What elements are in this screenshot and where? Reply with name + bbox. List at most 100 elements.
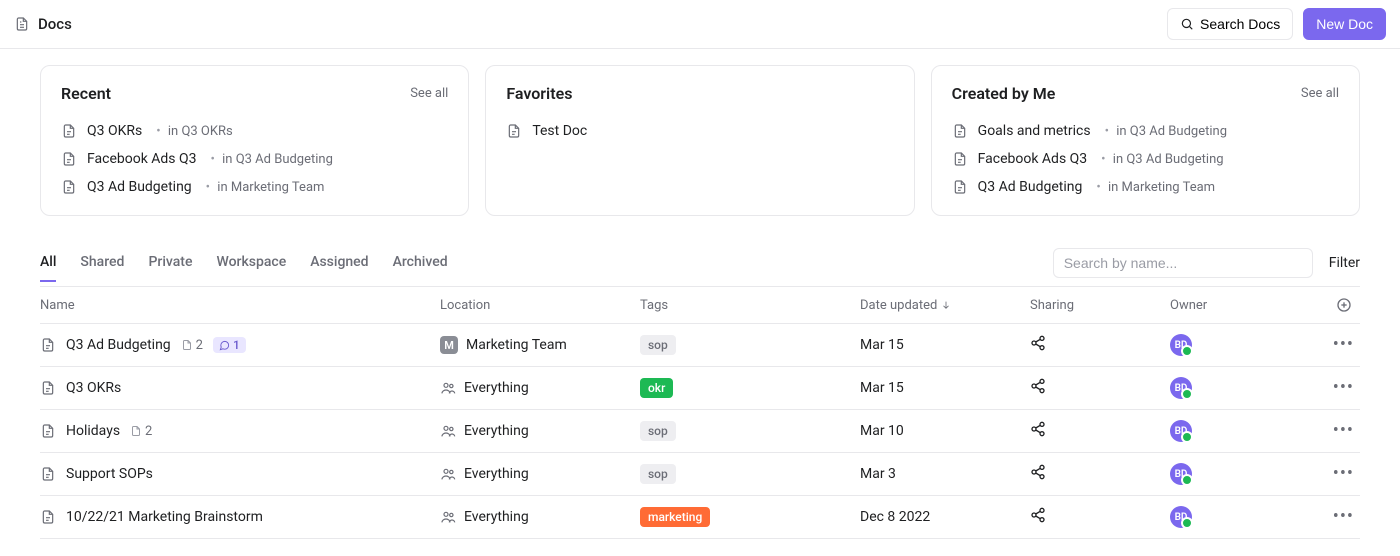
filter-button[interactable]: Filter — [1329, 255, 1360, 271]
tab-workspace[interactable]: Workspace — [216, 254, 286, 282]
tabbar: All Shared Private Workspace Assigned Ar… — [40, 248, 1360, 287]
space-badge: M — [440, 336, 458, 354]
tab-private[interactable]: Private — [148, 254, 192, 282]
recent-item[interactable]: Facebook Ads Q3 in Q3 Ad Budgeting — [61, 145, 448, 173]
owner-avatar[interactable]: BD — [1170, 463, 1192, 485]
row-more-button[interactable]: ••• — [1333, 336, 1354, 354]
doc-icon — [40, 380, 56, 396]
col-sharing[interactable]: Sharing — [1030, 297, 1170, 313]
date-updated: Dec 8 2022 — [860, 509, 930, 525]
share-icon[interactable] — [1030, 464, 1046, 484]
recent-item-loc: in Q3 OKRs — [152, 124, 233, 139]
date-updated: Mar 15 — [860, 380, 904, 396]
recent-item-loc: in Marketing Team — [202, 180, 325, 195]
favorites-item[interactable]: Test Doc — [506, 117, 893, 145]
new-doc-button[interactable]: New Doc — [1303, 8, 1386, 40]
topbar-actions: Search Docs New Doc — [1167, 8, 1386, 40]
table-row[interactable]: Q3 OKRs Everything okr Mar 15 BD ••• — [40, 367, 1360, 410]
share-icon[interactable] — [1030, 507, 1046, 527]
table-header: Name Location Tags Date updated Sharing … — [40, 287, 1360, 324]
doc-icon — [952, 179, 968, 195]
created-item[interactable]: Q3 Ad Budgeting in Marketing Team — [952, 173, 1339, 201]
card-created-see-all[interactable]: See all — [1301, 86, 1339, 101]
card-created-by-me: Created by Me See all Goals and metrics … — [931, 65, 1360, 216]
everything-icon — [440, 423, 456, 439]
col-date-updated[interactable]: Date updated — [860, 297, 1030, 313]
search-input[interactable] — [1053, 248, 1313, 278]
card-recent-see-all[interactable]: See all — [410, 86, 448, 101]
recent-item-name: Facebook Ads Q3 — [87, 151, 197, 167]
col-tags[interactable]: Tags — [640, 297, 860, 313]
date-updated: Mar 10 — [860, 423, 904, 439]
owner-avatar[interactable]: BD — [1170, 506, 1192, 528]
row-more-button[interactable]: ••• — [1333, 465, 1354, 483]
table-row[interactable]: Q3 Ad Budgeting 2 1 M Marketing Team sop… — [40, 324, 1360, 367]
col-name[interactable]: Name — [40, 297, 440, 313]
tag[interactable]: okr — [640, 378, 673, 398]
tab-assigned[interactable]: Assigned — [310, 254, 368, 282]
add-column-button[interactable] — [1320, 297, 1360, 313]
new-doc-label: New Doc — [1316, 15, 1373, 33]
recent-item[interactable]: Q3 Ad Budgeting in Marketing Team — [61, 173, 448, 201]
tab-archived[interactable]: Archived — [393, 254, 448, 282]
owner-avatar[interactable]: BD — [1170, 420, 1192, 442]
location-name: Everything — [464, 380, 529, 396]
card-recent: Recent See all Q3 OKRs in Q3 OKRs Facebo… — [40, 65, 469, 216]
doc-icon — [61, 123, 77, 139]
everything-icon — [440, 466, 456, 482]
table-row[interactable]: Support SOPs Everything sop Mar 3 BD ••• — [40, 453, 1360, 496]
subdoc-count-badge: 2 — [130, 424, 152, 439]
created-item-loc: in Marketing Team — [1092, 180, 1215, 195]
share-icon[interactable] — [1030, 421, 1046, 441]
row-more-button[interactable]: ••• — [1333, 508, 1354, 526]
date-updated: Mar 15 — [860, 337, 904, 353]
doc-icon — [61, 179, 77, 195]
col-location[interactable]: Location — [440, 297, 640, 313]
recent-item[interactable]: Q3 OKRs in Q3 OKRs — [61, 117, 448, 145]
share-icon[interactable] — [1030, 335, 1046, 355]
share-icon[interactable] — [1030, 378, 1046, 398]
doc-icon — [952, 123, 968, 139]
owner-avatar[interactable]: BD — [1170, 334, 1192, 356]
card-recent-title: Recent — [61, 84, 111, 103]
breadcrumb: Docs — [14, 15, 72, 33]
location-name: Marketing Team — [466, 337, 567, 353]
sort-desc-icon — [941, 300, 951, 310]
col-owner[interactable]: Owner — [1170, 297, 1320, 313]
row-more-button[interactable]: ••• — [1333, 379, 1354, 397]
created-item[interactable]: Facebook Ads Q3 in Q3 Ad Budgeting — [952, 145, 1339, 173]
table-row[interactable]: Holidays 2 Everything sop Mar 10 BD ••• — [40, 410, 1360, 453]
tag[interactable]: sop — [640, 335, 676, 355]
doc-icon — [40, 337, 56, 353]
owner-avatar[interactable]: BD — [1170, 377, 1192, 399]
tab-shared[interactable]: Shared — [80, 254, 124, 282]
doc-icon — [40, 466, 56, 482]
row-more-button[interactable]: ••• — [1333, 422, 1354, 440]
favorites-item-name: Test Doc — [532, 123, 587, 139]
tag[interactable]: marketing — [640, 507, 710, 527]
page-title: Docs — [38, 15, 72, 33]
tag[interactable]: sop — [640, 464, 676, 484]
search-docs-button[interactable]: Search Docs — [1167, 8, 1293, 40]
recent-item-name: Q3 OKRs — [87, 123, 142, 139]
everything-icon — [440, 509, 456, 525]
date-updated: Mar 3 — [860, 466, 896, 482]
location-name: Everything — [464, 509, 529, 525]
doc-name: Q3 Ad Budgeting — [66, 337, 171, 353]
table-row[interactable]: 10/22/21 Marketing Brainstorm Everything… — [40, 496, 1360, 539]
location-name: Everything — [464, 423, 529, 439]
created-item[interactable]: Goals and metrics in Q3 Ad Budgeting — [952, 117, 1339, 145]
doc-name: 10/22/21 Marketing Brainstorm — [66, 509, 263, 525]
tab-all[interactable]: All — [40, 254, 56, 282]
doc-name: Q3 OKRs — [66, 380, 121, 396]
doc-icon — [61, 151, 77, 167]
card-favorites: Favorites Test Doc — [485, 65, 914, 216]
doc-icon — [40, 509, 56, 525]
topbar: Docs Search Docs New Doc — [0, 0, 1400, 49]
doc-name: Support SOPs — [66, 466, 153, 482]
tag[interactable]: sop — [640, 421, 676, 441]
location-name: Everything — [464, 466, 529, 482]
doc-icon — [952, 151, 968, 167]
overview-cards: Recent See all Q3 OKRs in Q3 OKRs Facebo… — [40, 65, 1360, 216]
everything-icon — [440, 380, 456, 396]
